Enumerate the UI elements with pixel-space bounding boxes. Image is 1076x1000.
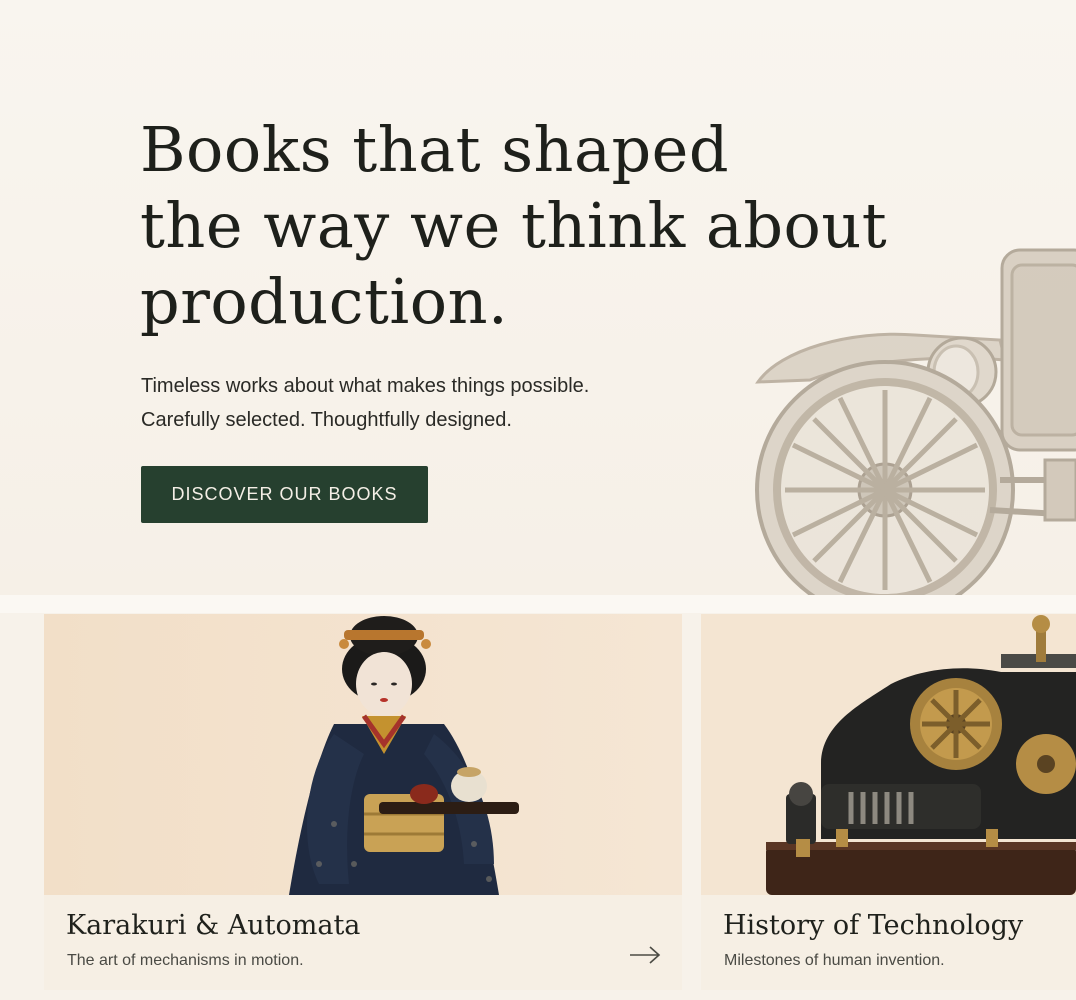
hero-title: Books that shaped the way we think about… xyxy=(140,112,900,340)
hero-subtitle: Timeless works about what makes things p… xyxy=(141,369,701,437)
discover-books-button[interactable]: DISCOVER OUR BOOKS xyxy=(141,466,428,523)
card-image xyxy=(44,614,682,895)
card-description: Milestones of human invention. xyxy=(724,952,945,969)
card-description: The art of mechanisms in motion. xyxy=(67,952,304,969)
hero-subtitle-line: Carefully selected. Thoughtfully designe… xyxy=(141,409,512,431)
hero-title-line: Books that shaped xyxy=(140,113,730,186)
category-card-karakuri[interactable]: Karakuri & Automata The art of mechanism… xyxy=(44,614,682,990)
hero-title-line: production. xyxy=(140,265,509,338)
karakuri-doll-image xyxy=(44,614,682,895)
card-image xyxy=(701,614,1076,895)
section-divider xyxy=(0,595,1076,613)
brass-machine-image xyxy=(701,614,1076,895)
card-title: Karakuri & Automata xyxy=(66,910,361,941)
hero-subtitle-line: Timeless works about what makes things p… xyxy=(141,375,590,397)
hero-section: Books that shaped the way we think about… xyxy=(0,0,1076,595)
arrow-right-icon[interactable] xyxy=(629,944,661,966)
hero-title-line: the way we think about xyxy=(140,189,888,262)
card-title: History of Technology xyxy=(723,910,1024,941)
category-card-history-of-technology[interactable]: History of Technology Milestones of huma… xyxy=(701,614,1076,990)
